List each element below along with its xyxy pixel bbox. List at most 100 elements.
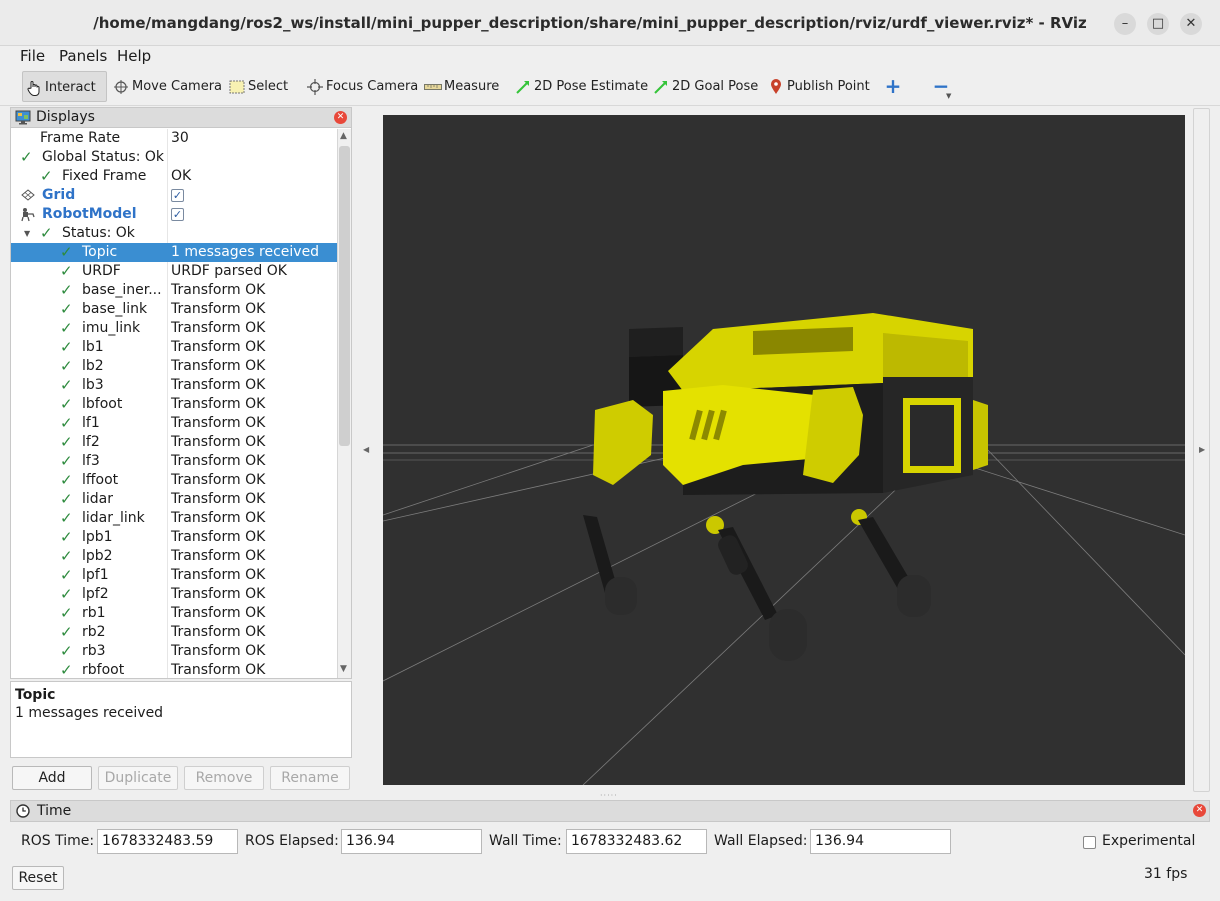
experimental-checkbox[interactable] [1083, 836, 1096, 849]
tree-row-status-item[interactable]: ✓ lpb1 Transform OK [11, 528, 337, 547]
tree-row-global-status[interactable]: ✓ Global Status: Ok [11, 148, 337, 167]
collapse-left-icon[interactable]: ◀ [363, 445, 369, 454]
tree-row-status-item[interactable]: ✓ base_iner... Transform OK [11, 281, 337, 300]
close-button[interactable]: ✕ [1180, 13, 1202, 35]
tree-row-grid[interactable]: Grid ✓ [11, 186, 337, 205]
tree-row-status-item[interactable]: ✓ imu_link Transform OK [11, 319, 337, 338]
green-arrow-icon [652, 71, 670, 102]
tree-row-fixed-frame[interactable]: ✓ Fixed Frame OK [11, 167, 337, 186]
row-label: lf1 [82, 415, 100, 431]
column-divider [167, 509, 168, 528]
move-camera-tool[interactable]: Move Camera [110, 71, 222, 102]
row-label: rbfoot [82, 662, 125, 678]
close-icon[interactable]: ✕ [1193, 804, 1206, 817]
interact-tool[interactable]: Interact [22, 71, 107, 102]
tree-row-robotmodel[interactable]: RobotModel ✓ [11, 205, 337, 224]
column-divider [167, 205, 168, 224]
measure-tool[interactable]: Measure [422, 71, 499, 102]
reset-button[interactable]: Reset [12, 866, 64, 890]
check-icon: ✓ [40, 167, 53, 185]
scrollbar-thumb[interactable] [339, 146, 350, 446]
window-title: /home/mangdang/ros2_ws/install/mini_pupp… [93, 14, 1087, 32]
tree-row-status-item[interactable]: ✓ rbfoot Transform OK [11, 661, 337, 678]
check-icon: ✓ [60, 319, 73, 337]
ros-elapsed-field[interactable]: 136.94 [341, 829, 482, 854]
2d-goal-pose-tool[interactable]: 2D Goal Pose [650, 71, 758, 102]
column-divider [167, 148, 168, 167]
menu-file[interactable]: File [20, 47, 45, 65]
tree-row-status-item[interactable]: ✓ URDF URDF parsed OK [11, 262, 337, 281]
wall-elapsed-field[interactable]: 136.94 [810, 829, 951, 854]
fps-counter: 31 fps [1144, 866, 1188, 882]
add-button[interactable]: Add [12, 766, 92, 790]
rename-button[interactable]: Rename [270, 766, 350, 790]
tree-row-status-item[interactable]: ✓ lidar Transform OK [11, 490, 337, 509]
tree-row-status-item[interactable]: ✓ lb2 Transform OK [11, 357, 337, 376]
check-icon: ✓ [60, 281, 73, 299]
tree-row-status-item[interactable]: ✓ lidar_link Transform OK [11, 509, 337, 528]
tree-row-status-item[interactable]: ✓ lb3 Transform OK [11, 376, 337, 395]
tree-row-status-item[interactable]: ✓ lffoot Transform OK [11, 471, 337, 490]
tree-row-topic[interactable]: ✓ Topic 1 messages received [11, 243, 337, 262]
focus-camera-tool[interactable]: Focus Camera [304, 71, 418, 102]
tree-row-status-item[interactable]: ✓ rb2 Transform OK [11, 623, 337, 642]
check-icon: ✓ [60, 661, 73, 678]
ros-time-field[interactable]: 1678332483.59 [97, 829, 238, 854]
duplicate-button[interactable]: Duplicate [98, 766, 178, 790]
tree-row-status-item[interactable]: ✓ lf2 Transform OK [11, 433, 337, 452]
tree-row-status-item[interactable]: ✓ lbfoot Transform OK [11, 395, 337, 414]
tree-row-status-item[interactable]: ✓ lpf2 Transform OK [11, 585, 337, 604]
row-value: 30 [171, 130, 189, 146]
column-divider [167, 357, 168, 376]
check-icon: ✓ [20, 148, 33, 166]
scroll-down-icon[interactable]: ▼ [340, 664, 347, 674]
close-icon[interactable]: ✕ [334, 111, 347, 124]
tree-row-status-item[interactable]: ✓ lb1 Transform OK [11, 338, 337, 357]
displays-header: Displays ✕ [11, 108, 351, 128]
tree-row-status-item[interactable]: ✓ lf3 Transform OK [11, 452, 337, 471]
column-divider [167, 604, 168, 623]
row-value: URDF parsed OK [171, 263, 287, 279]
menu-help[interactable]: Help [117, 47, 151, 65]
time-panel-header: Time ✕ [10, 800, 1210, 822]
row-label: Grid [42, 187, 76, 203]
description-title: Topic [15, 687, 56, 703]
add-tool-button[interactable]: + [880, 71, 906, 102]
splitter-grip-icon[interactable]: ····· [600, 791, 618, 800]
tree-row-status-item[interactable]: ✓ lpb2 Transform OK [11, 547, 337, 566]
tree-row-status-item[interactable]: ✓ base_link Transform OK [11, 300, 337, 319]
maximize-button[interactable]: □ [1147, 13, 1169, 35]
right-dock-handle[interactable] [1193, 108, 1210, 792]
tree-row-frame-rate[interactable]: Frame Rate 30 [11, 129, 337, 148]
scroll-up-icon[interactable]: ▲ [340, 131, 347, 141]
tree-row-status-item[interactable]: ✓ lpf1 Transform OK [11, 566, 337, 585]
time-panel-title: Time [37, 803, 72, 819]
row-label: URDF [82, 263, 121, 279]
check-icon: ✓ [60, 376, 73, 394]
tree-row-status-item[interactable]: ✓ lf1 Transform OK [11, 414, 337, 433]
row-value: Transform OK [171, 548, 266, 564]
wall-time-field[interactable]: 1678332483.62 [566, 829, 707, 854]
minimize-button[interactable]: – [1114, 13, 1136, 35]
select-tool[interactable]: Select [226, 71, 288, 102]
tool-dropdown-icon[interactable]: ▼ [946, 92, 951, 100]
column-divider [167, 395, 168, 414]
row-label: lidar [82, 491, 114, 507]
row-value: Transform OK [171, 662, 266, 678]
tree-row-status[interactable]: ▼ ✓ Status: Ok [11, 224, 337, 243]
remove-button[interactable]: Remove [184, 766, 264, 790]
menu-panels[interactable]: Panels [59, 47, 107, 65]
render-viewport[interactable] [383, 115, 1185, 785]
tree-row-status-item[interactable]: ✓ rb3 Transform OK [11, 642, 337, 661]
expand-arrow-icon[interactable]: ▼ [24, 224, 30, 243]
check-icon: ✓ [60, 547, 73, 565]
displays-scrollbar[interactable]: ▲ ▼ [337, 129, 351, 678]
tree-row-status-item[interactable]: ✓ rb1 Transform OK [11, 604, 337, 623]
robotmodel-enabled-checkbox[interactable]: ✓ [171, 208, 184, 221]
publish-point-tool[interactable]: Publish Point [765, 71, 870, 102]
row-value: Transform OK [171, 472, 266, 488]
2d-pose-estimate-tool[interactable]: 2D Pose Estimate [512, 71, 648, 102]
check-icon: ✓ [60, 528, 73, 546]
grid-enabled-checkbox[interactable]: ✓ [171, 189, 184, 202]
row-value: Transform OK [171, 567, 266, 583]
